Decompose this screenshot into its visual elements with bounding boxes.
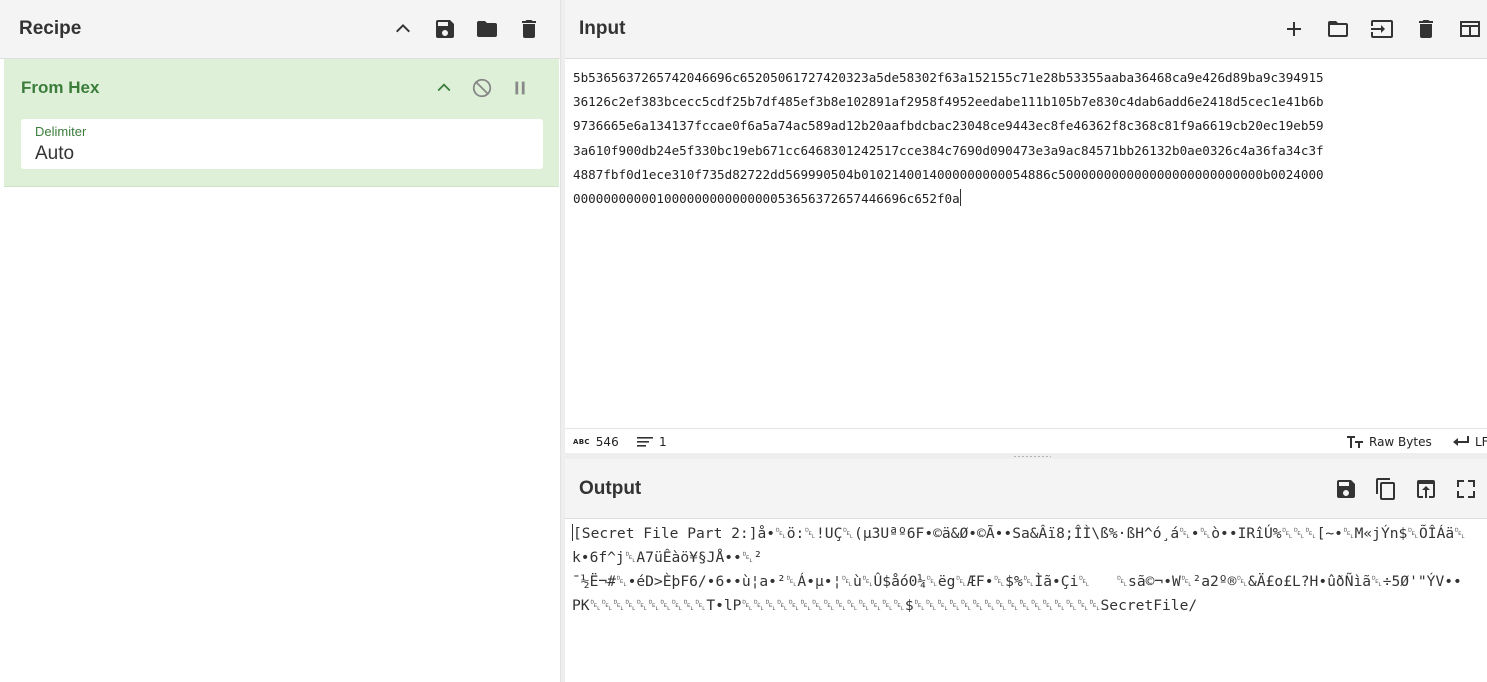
lines-icon [637, 436, 653, 447]
eol-selector[interactable]: LF [1453, 435, 1487, 449]
input-line: 5b5365637265742046696c65205061727420323a… [573, 70, 1324, 85]
output-line: PK␡␡␡␡␡␡␡␡␡␡T•lP␡␡␡␡␡␡␡␡␡␡␡␡␡␡$␡␡␡␡␡␡␡␡␡… [572, 597, 1198, 614]
output-line: [Secret File Part 2:]å•␡ö:␡!UÇ␡(µ3Uªº6F•… [573, 525, 1466, 542]
input-line: 4887fbf0d1ece310f735d82722dd569990504b01… [573, 166, 1324, 182]
operation-title: From Hex [21, 78, 100, 97]
text-format-icon [1347, 435, 1363, 448]
length-value: 546 [595, 434, 619, 449]
recipe-header: Recipe [0, 0, 560, 59]
encoding-value: Raw Bytes [1369, 434, 1432, 449]
input-status-bar: ABC 546 1 Raw Bytes LF [565, 428, 1487, 454]
input-textarea[interactable]: 5b5365637265742046696c65205061727420323a… [573, 66, 1487, 211]
output-text[interactable]: [Secret File Part 2:]å•␡ö:␡!UÇ␡(µ3Uªº6F•… [572, 522, 1487, 618]
disable-icon[interactable] [469, 75, 495, 101]
recipe-panel: Recipe From Hex Delimiter Auto [0, 0, 561, 682]
replace-input-icon[interactable] [1413, 476, 1439, 502]
delimiter-value[interactable]: Auto [35, 143, 529, 165]
lines-stat: 1 [637, 435, 667, 449]
delimiter-field[interactable]: Delimiter Auto [21, 119, 543, 169]
recipe-title: Recipe [19, 18, 82, 39]
chevron-up-icon[interactable] [390, 16, 416, 42]
trash-icon[interactable] [1413, 16, 1439, 42]
input-line: 3a610f900db24e5f330bc19eb671cc6468301242… [573, 142, 1324, 158]
save-icon[interactable] [1333, 476, 1359, 502]
resize-grip-icon[interactable] [1013, 455, 1051, 458]
abc-icon: ABC [573, 437, 590, 446]
return-icon [1453, 435, 1469, 446]
output-line: k•6f^j␡A7üÊàö¥§JÅ••␡² [572, 549, 763, 566]
lines-value: 1 [659, 434, 667, 449]
encoding-selector[interactable]: Raw Bytes [1347, 435, 1432, 449]
operation-from-hex[interactable]: From Hex Delimiter Auto [4, 59, 559, 187]
delimiter-label: Delimiter [35, 124, 87, 139]
folder-icon[interactable] [474, 16, 500, 42]
layout-icon[interactable] [1457, 16, 1483, 42]
output-line: ¯½Ë¬#␡•éD>ÈþF6/•6••ù¦a•²␡Á•µ•¦␡ù␡Û$åó0¼␡… [572, 573, 1462, 590]
input-title: Input [579, 18, 626, 39]
length-stat: ABC 546 [573, 435, 619, 449]
input-line: 36126c2ef383bcecc5cdf25b7df485ef3b8e1028… [573, 94, 1324, 110]
eol-value: LF [1475, 434, 1487, 449]
input-line: 0000000000010000000000000005365637265744… [573, 191, 960, 207]
plus-icon[interactable] [1281, 16, 1307, 42]
input-header: Input [565, 0, 1487, 59]
output-title: Output [579, 477, 642, 499]
trash-icon[interactable] [516, 16, 542, 42]
folder-icon[interactable] [1325, 16, 1351, 42]
pause-icon[interactable] [507, 75, 533, 101]
maximise-icon[interactable] [1453, 476, 1479, 502]
input-line: 9736665e6a134137fccae0f6a5a74ac589ad12b2… [573, 118, 1324, 134]
save-icon[interactable] [432, 16, 458, 42]
output-header: Output [565, 459, 1487, 519]
text-caret [959, 189, 961, 207]
chevron-up-icon[interactable] [431, 75, 457, 101]
input-panel: Input 5b5365637265742046696c652050617274… [565, 0, 1487, 454]
output-panel: Output [Secret File Part 2:]å•␡ö:␡!UÇ␡(µ… [565, 459, 1487, 682]
import-icon[interactable] [1369, 16, 1395, 42]
copy-icon[interactable] [1373, 476, 1399, 502]
